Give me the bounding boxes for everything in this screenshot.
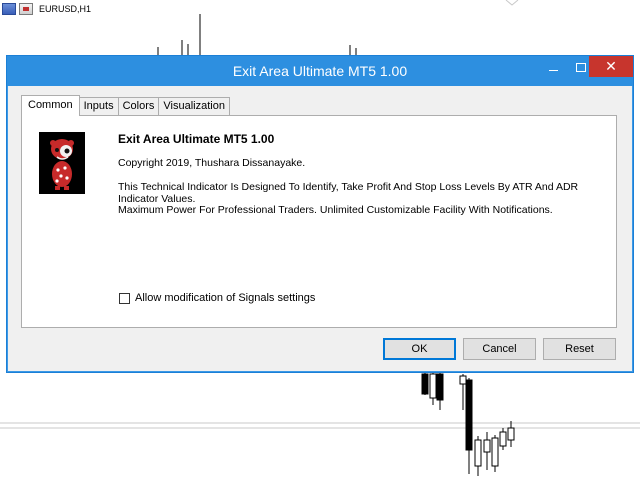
minimize-icon — [548, 69, 558, 71]
candle-body — [436, 373, 444, 401]
dialog-titlebar[interactable]: Exit Area Ultimate MT5 1.00 ✕ — [7, 56, 633, 86]
candle-body — [459, 375, 467, 385]
chart-symbol-label: EURUSD,H1 — [39, 4, 92, 14]
common-tab-panel: Exit Area Ultimate MT5 1.00 Copyright 20… — [21, 115, 617, 328]
chart-window-icon — [2, 3, 16, 15]
candle-body — [474, 439, 482, 467]
chart-header: EURUSD,H1 — [2, 2, 91, 16]
tab-colors[interactable]: Colors — [117, 97, 160, 115]
reset-button[interactable]: Reset — [543, 338, 616, 360]
candle-body — [499, 431, 507, 447]
ok-button[interactable]: OK — [383, 338, 456, 360]
allow-modification-checkbox[interactable] — [119, 292, 130, 304]
dialog-tabs: Common Inputs Colors Visualization — [21, 95, 230, 116]
indicator-properties-dialog: Exit Area Ultimate MT5 1.00 ✕ Common Inp… — [6, 55, 634, 373]
indicator-logo-image — [39, 132, 85, 194]
indicator-copyright: Copyright 2019, Thushara Dissanayake. — [118, 157, 306, 169]
candle-body — [483, 439, 491, 453]
indicator-description: This Technical Indicator Is Designed To … — [118, 181, 579, 205]
allow-modification-label: Allow modification of Signals settings — [135, 292, 316, 304]
candle-body — [465, 379, 473, 451]
candle-body — [429, 373, 437, 399]
candle-body — [491, 437, 499, 467]
candle-body — [421, 373, 429, 395]
allow-modification-row[interactable]: Allow modification of Signals settings — [119, 292, 315, 304]
close-icon: ✕ — [605, 58, 617, 75]
chart-shift-marker — [505, 0, 519, 6]
close-button[interactable]: ✕ — [589, 56, 633, 77]
tab-common[interactable]: Common — [21, 95, 80, 116]
tab-visualization[interactable]: Visualization — [158, 97, 230, 115]
maximize-icon — [576, 62, 586, 72]
cancel-button[interactable]: Cancel — [463, 338, 536, 360]
tab-inputs[interactable]: Inputs — [78, 97, 119, 115]
indicator-info: Exit Area Ultimate MT5 1.00 Copyright 20… — [118, 132, 578, 216]
indicator-description-extra: Maximum Power For Professional Traders. … — [118, 204, 553, 216]
chart-type-icon — [19, 3, 33, 15]
candle-body — [507, 427, 515, 441]
indicator-name: Exit Area Ultimate MT5 1.00 — [118, 132, 275, 146]
minimize-button[interactable] — [539, 56, 567, 78]
